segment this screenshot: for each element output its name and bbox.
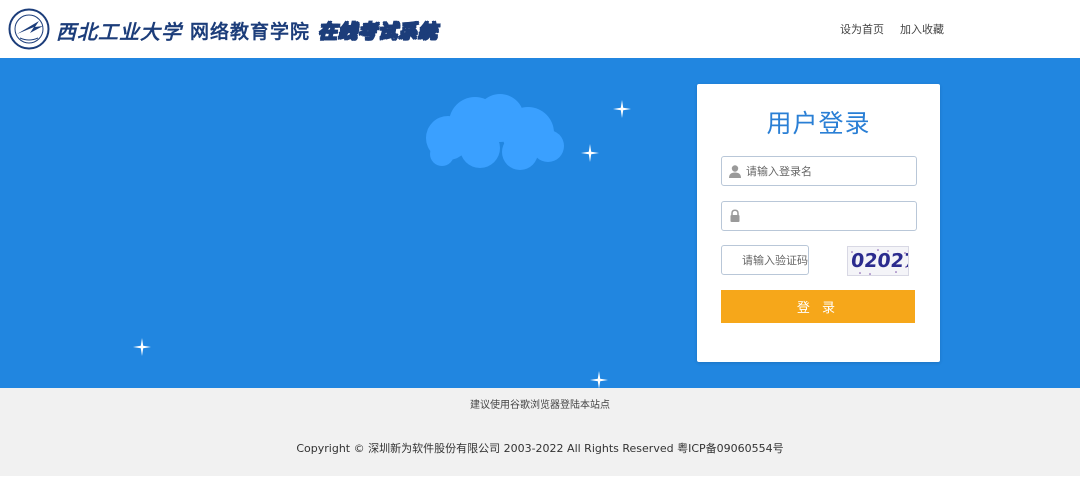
top-links: 设为首页 加入收藏 (840, 21, 944, 37)
password-field[interactable] (721, 201, 917, 231)
site-footer: 建议使用谷歌浏览器登陆本站点 Copyright © 深圳新为软件股份有限公司 … (0, 388, 1080, 476)
add-favorite-link[interactable]: 加入收藏 (900, 21, 944, 37)
sparkle-icon (613, 100, 631, 118)
user-icon (729, 165, 741, 178)
sparkle-icon (590, 371, 608, 388)
sparkle-icon (133, 338, 151, 356)
bottom-strip (0, 476, 1080, 484)
university-seal-icon (8, 8, 50, 50)
login-title: 用户登录 (766, 109, 871, 138)
sparkle-icon (581, 144, 599, 162)
username-input[interactable] (746, 164, 896, 178)
browser-tip: 建议使用谷歌浏览器登陆本站点 (470, 400, 610, 411)
brand-university: 西北工业大学 (56, 19, 182, 44)
brand-title: 西北工业大学 网络教育学院 在线考试系统 (56, 16, 438, 44)
brand-system: 在线考试系统 (318, 20, 439, 43)
lock-icon (730, 209, 740, 222)
captcha-code: 02027 (849, 250, 909, 272)
set-homepage-link[interactable]: 设为首页 (840, 21, 884, 37)
login-button[interactable]: 登 录 (721, 290, 915, 323)
username-field[interactable] (721, 156, 917, 186)
site-header: 西北工业大学 网络教育学院 在线考试系统 设为首页 加入收藏 (0, 0, 1080, 58)
captcha-input[interactable] (722, 246, 808, 274)
brand-college: 网络教育学院 (190, 20, 311, 43)
login-card: 用户登录 02027 登 录 (697, 84, 940, 362)
captcha-image[interactable]: 02027 (847, 246, 909, 276)
cloud-icon (426, 94, 564, 170)
copyright-text: Copyright © 深圳新为软件股份有限公司 2003-2022 All R… (296, 442, 784, 455)
captcha-field[interactable] (721, 245, 809, 275)
password-input[interactable] (746, 209, 896, 223)
